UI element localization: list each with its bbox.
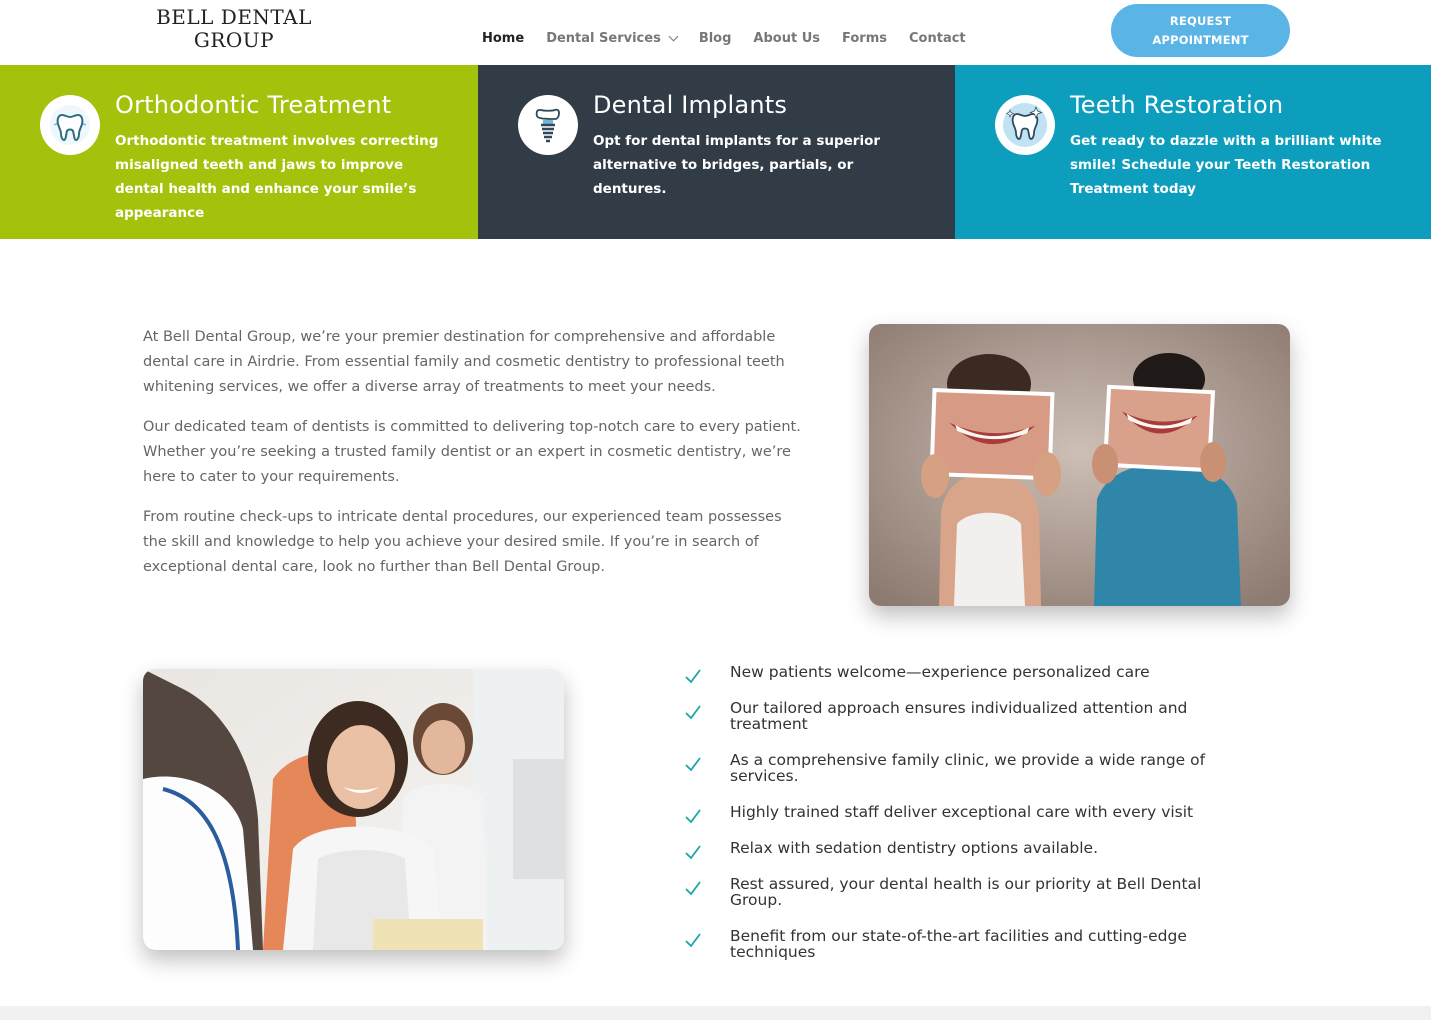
list-item: Rest assured, your dental health is our … <box>684 876 1244 908</box>
list-item-text: Relax with sedation dentistry options av… <box>730 839 1099 857</box>
logo-line-2: GROUP <box>193 28 275 52</box>
intro-text: At Bell Dental Group, we’re your premier… <box>143 325 808 595</box>
list-item: Our tailored approach ensures individual… <box>684 700 1244 732</box>
cta-line-1: REQUEST <box>1169 13 1232 28</box>
footer-strip <box>0 1006 1431 1020</box>
list-item-text: Highly trained staff deliver exceptional… <box>730 803 1194 821</box>
check-icon <box>685 669 701 684</box>
list-item: As a comprehensive family clinic, we pro… <box>684 752 1244 784</box>
list-item: Highly trained staff deliver exceptional… <box>684 803 1244 824</box>
list-item-text: Rest assured, your dental health is our … <box>730 875 1202 909</box>
nav-about-us[interactable]: About Us <box>753 31 820 46</box>
site-header: BELL DENTAL GROUP Home Dental Services B… <box>0 0 1431 65</box>
feature-title: Teeth Restoration <box>1070 91 1284 119</box>
feature-title: Dental Implants <box>593 91 788 119</box>
feature-band: Orthodontic Treatment Orthodontic treatm… <box>0 65 1431 239</box>
nav-dental-services-label: Dental Services <box>546 31 661 46</box>
feature-restoration: Teeth Restoration Get ready to dazzle wi… <box>955 65 1431 239</box>
check-icon <box>685 845 701 860</box>
intro-paragraph-1: At Bell Dental Group, we’re your premier… <box>143 329 785 395</box>
intro-paragraph-3: From routine check-ups to intricate dent… <box>143 509 782 575</box>
feature-text: Opt for dental implants for a superior a… <box>593 133 881 197</box>
feature-implants: Dental Implants Opt for dental implants … <box>478 65 955 239</box>
site-logo[interactable]: BELL DENTAL GROUP <box>156 6 312 52</box>
feature-text: Orthodontic treatment involves correctin… <box>115 133 439 221</box>
list-item-text: As a comprehensive family clinic, we pro… <box>730 751 1206 785</box>
list-item: New patients welcome—experience personal… <box>684 663 1244 684</box>
nav-dental-services[interactable]: Dental Services <box>546 31 679 46</box>
check-icon <box>685 757 701 772</box>
list-item: Relax with sedation dentistry options av… <box>684 839 1244 860</box>
logo-line-1: BELL DENTAL <box>156 5 312 29</box>
nav-forms[interactable]: Forms <box>842 31 887 46</box>
check-icon <box>685 705 701 720</box>
feature-orthodontic: Orthodontic Treatment Orthodontic treatm… <box>0 65 478 239</box>
intro-paragraph-2: Our dedicated team of dentists is commit… <box>143 419 801 485</box>
list-item: Benefit from our state-of-the-art facili… <box>684 928 1244 960</box>
chevron-down-icon <box>668 31 679 42</box>
benefits-list: New patients welcome—experience personal… <box>684 664 1244 980</box>
nav-home[interactable]: Home <box>482 31 524 46</box>
nav-contact[interactable]: Contact <box>909 31 966 46</box>
check-icon <box>685 881 701 896</box>
implant-icon <box>518 95 578 155</box>
request-appointment-button[interactable]: REQUEST APPOINTMENT <box>1111 4 1290 57</box>
tooth-icon <box>40 95 100 155</box>
list-item-text: Benefit from our state-of-the-art facili… <box>730 927 1187 961</box>
dental-patient-photo <box>143 669 564 950</box>
check-icon <box>685 809 701 824</box>
check-icon <box>685 933 701 948</box>
main-nav: Home Dental Services Blog About Us Forms… <box>482 31 966 46</box>
nav-blog[interactable]: Blog <box>699 31 732 46</box>
list-item-text: New patients welcome—experience personal… <box>730 663 1150 681</box>
smiling-couple-photo <box>869 324 1290 606</box>
feature-title: Orthodontic Treatment <box>115 91 392 119</box>
cta-line-2: APPOINTMENT <box>1152 32 1249 47</box>
sparkle-tooth-icon <box>995 95 1055 155</box>
list-item-text: Our tailored approach ensures individual… <box>730 699 1188 733</box>
feature-text: Get ready to dazzle with a brilliant whi… <box>1070 133 1382 197</box>
